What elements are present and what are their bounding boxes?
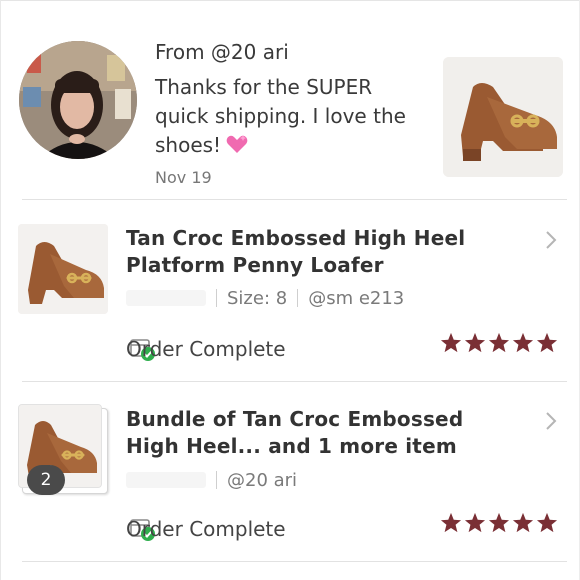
order-title[interactable]: Bundle of Tan Croc Embossed High Heel...…: [126, 406, 506, 460]
star-icon: [536, 512, 558, 533]
section-divider: [22, 381, 567, 382]
star-icon: [488, 512, 510, 533]
order-buyer[interactable]: @20 ari: [227, 470, 297, 491]
meta-separator: [216, 289, 217, 307]
review-product-image[interactable]: [443, 57, 563, 177]
review-message-text: Thanks for the SUPER quick shipping. I l…: [155, 75, 406, 157]
review-author[interactable]: From @20‍ ari: [155, 40, 289, 64]
loafer-image: [18, 224, 108, 314]
left-border: [0, 0, 1, 580]
star-icon: [488, 332, 510, 353]
order-title[interactable]: Tan Croc Embossed High Heel Platform Pen…: [126, 225, 506, 279]
order-product-image[interactable]: [18, 224, 108, 314]
review-date: Nov 19: [155, 168, 212, 187]
bundle-count-badge: 2: [27, 465, 65, 495]
chevron-right-icon[interactable]: [544, 410, 558, 432]
order-buyer[interactable]: @sm e213: [308, 288, 404, 309]
chevron-right-icon[interactable]: [544, 229, 558, 251]
order-status: Order Complete: [126, 337, 286, 361]
star-icon: [440, 512, 462, 533]
star-icon: [536, 332, 558, 353]
redacted-text: [126, 290, 206, 306]
order-status: Order Complete: [126, 517, 286, 541]
meta-separator: [297, 289, 299, 307]
star-icon: [464, 332, 486, 353]
star-rating: [440, 512, 558, 533]
reviewer-photo: [19, 41, 137, 159]
section-divider: [22, 199, 567, 200]
reviewer-avatar[interactable]: [19, 41, 137, 159]
order-meta: @20 ari: [126, 470, 297, 491]
loafer-image: [443, 57, 563, 177]
top-border: [0, 0, 580, 1]
sparkling-heart-icon: [225, 133, 249, 163]
star-icon: [464, 512, 486, 533]
section-divider: [22, 561, 567, 562]
meta-separator: [216, 471, 217, 489]
star-icon: [512, 332, 534, 353]
redacted-text: [126, 472, 206, 488]
review-message: Thanks for the SUPER quick shipping. I l…: [155, 73, 425, 163]
star-rating: [440, 332, 558, 353]
star-icon: [440, 332, 462, 353]
order-meta: Size: 8 @sm e213: [126, 288, 404, 309]
order-size: Size: 8: [227, 288, 288, 309]
star-icon: [512, 512, 534, 533]
